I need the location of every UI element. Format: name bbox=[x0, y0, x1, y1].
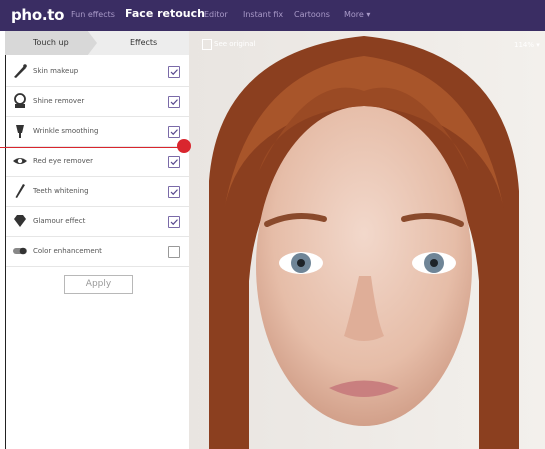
brush-icon bbox=[12, 63, 28, 79]
checkbox-shine-remover[interactable] bbox=[168, 96, 180, 108]
checkbox-wrinkle-smoothing[interactable] bbox=[168, 126, 180, 138]
checkbox-teeth-whitening[interactable] bbox=[168, 186, 180, 198]
option-red-eye-remover[interactable]: Red eye remover bbox=[6, 147, 189, 177]
nav-cartoons[interactable]: Cartoons bbox=[294, 10, 330, 19]
option-color-enhancement[interactable]: Color enhancement bbox=[6, 237, 189, 267]
option-wrinkle-smoothing[interactable]: Wrinkle smoothing bbox=[6, 117, 189, 147]
option-label: Teeth whitening bbox=[33, 187, 89, 195]
tab-effects[interactable]: Effects bbox=[130, 38, 157, 47]
option-label: Color enhancement bbox=[33, 247, 102, 255]
checkbox-skin-makeup[interactable] bbox=[168, 66, 180, 78]
sidebar-tabs: Touch up Effects bbox=[5, 31, 189, 55]
nav-more[interactable]: More ▾ bbox=[344, 10, 370, 19]
iron-icon bbox=[12, 123, 28, 139]
option-label: Wrinkle smoothing bbox=[33, 127, 99, 135]
option-shine-remover[interactable]: Shine remover bbox=[6, 87, 189, 117]
nav-instant-fix[interactable]: Instant fix bbox=[243, 10, 283, 19]
compare-icon[interactable] bbox=[202, 39, 212, 50]
option-label: Red eye remover bbox=[33, 157, 93, 165]
option-label: Shine remover bbox=[33, 97, 85, 105]
photo-preview[interactable] bbox=[189, 31, 545, 449]
checkbox-red-eye-remover[interactable] bbox=[168, 156, 180, 168]
top-navigation-bar: pho.to Fun effects Face retouch Editor I… bbox=[0, 0, 545, 31]
tooth-brush-icon bbox=[12, 183, 28, 199]
option-teeth-whitening[interactable]: Teeth whitening bbox=[6, 177, 189, 207]
sponge-icon bbox=[12, 93, 28, 109]
annotation-line bbox=[0, 147, 183, 148]
annotation-dot bbox=[177, 139, 191, 153]
option-label: Skin makeup bbox=[33, 67, 79, 75]
apply-button[interactable]: Apply bbox=[64, 275, 133, 294]
diamond-icon bbox=[12, 213, 28, 229]
eye-icon bbox=[12, 153, 28, 169]
toggle-icon bbox=[12, 243, 28, 259]
zoom-dropdown[interactable]: 114% ▾ bbox=[514, 41, 540, 49]
option-glamour-effect[interactable]: Glamour effect bbox=[6, 207, 189, 237]
nav-editor[interactable]: Editor bbox=[204, 10, 228, 19]
tab-touch-up-label[interactable]: Touch up bbox=[33, 38, 69, 47]
checkbox-glamour-effect[interactable] bbox=[168, 216, 180, 228]
pho-to-logo[interactable]: pho.to bbox=[11, 6, 64, 24]
portrait-image bbox=[189, 31, 545, 449]
nav-fun-effects[interactable]: Fun effects bbox=[71, 10, 115, 19]
option-skin-makeup[interactable]: Skin makeup bbox=[6, 57, 189, 87]
checkbox-color-enhancement[interactable] bbox=[168, 246, 180, 258]
see-original-button[interactable]: See original bbox=[214, 40, 255, 48]
nav-face-retouch[interactable]: Face retouch bbox=[125, 7, 205, 20]
option-label: Glamour effect bbox=[33, 217, 86, 225]
